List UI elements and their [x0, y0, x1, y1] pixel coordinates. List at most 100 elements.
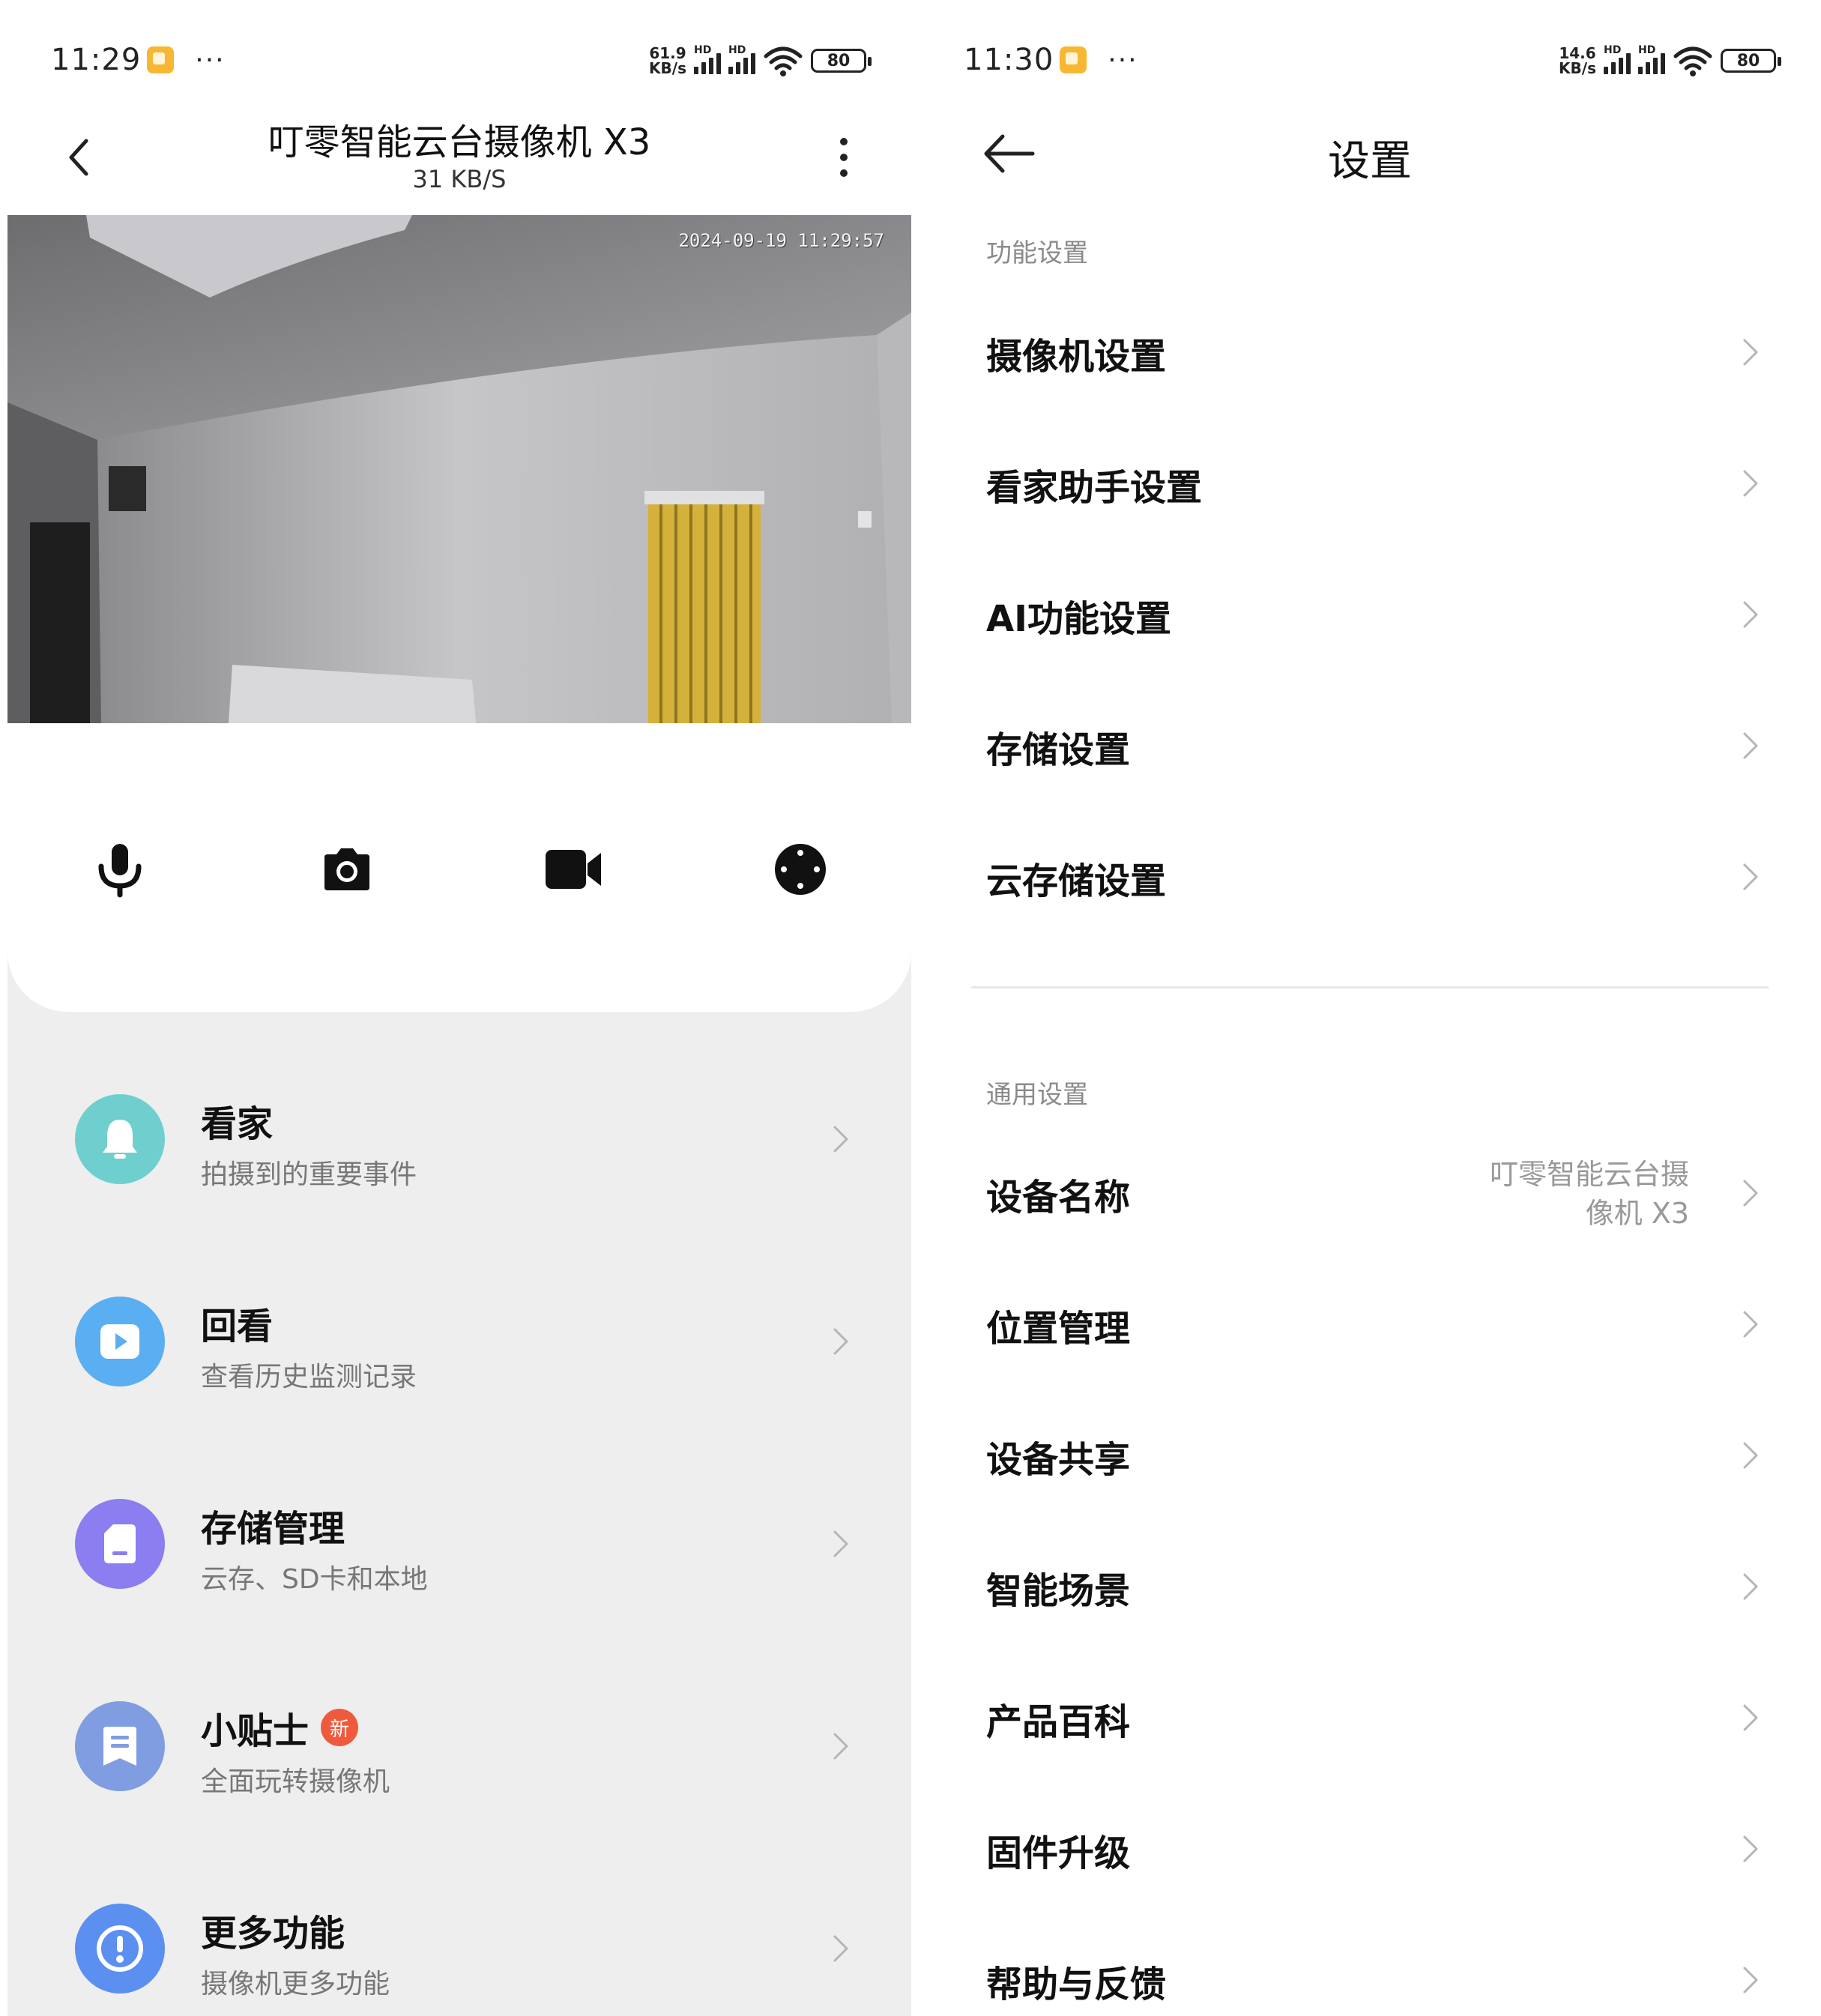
battery-level: 80	[1736, 51, 1760, 70]
status-time: 11:30	[964, 43, 1054, 77]
settings-row-label: AI功能设置	[986, 597, 1172, 640]
chevron-right-icon	[1743, 1835, 1758, 1862]
feature-item-home-watch[interactable]: 看家 拍摄到的重要事件	[7, 1049, 911, 1199]
ptz-control-button[interactable]	[763, 832, 838, 907]
network-speed-value: 61.9	[649, 44, 686, 62]
chevron-right-icon	[833, 1935, 848, 1962]
battery-icon: 80	[1721, 49, 1781, 73]
settings-row-label: 智能场景	[986, 1569, 1131, 1612]
settings-row-ai[interactable]: AI功能设置	[919, 549, 1821, 680]
settings-row-firmware-upgrade[interactable]: 固件升级	[919, 1784, 1821, 1915]
chevron-right-icon	[1743, 339, 1758, 366]
new-badge: 新	[321, 1709, 359, 1746]
chevron-right-icon	[1743, 1967, 1758, 1994]
device-title: 叮零智能云台摄像机 X3	[268, 121, 651, 163]
network-speed-value: 14.6	[1559, 44, 1596, 62]
settings-row-product-wiki[interactable]: 产品百科	[919, 1653, 1821, 1784]
microphone-icon	[98, 844, 142, 898]
stream-bitrate: 31 KB/S	[412, 165, 507, 193]
settings-row-device-sharing[interactable]: 设备共享	[919, 1390, 1821, 1521]
settings-row-label: 固件升级	[986, 1832, 1131, 1874]
chevron-right-icon	[1743, 601, 1758, 628]
page-title: 设置	[1328, 137, 1412, 186]
camera-icon	[324, 848, 369, 890]
feature-title: 看家	[201, 1103, 274, 1145]
status-time: 11:29	[51, 43, 142, 77]
feature-item-tips[interactable]: 小贴士 新 全面玩转摄像机	[7, 1656, 911, 1806]
snapshot-button[interactable]	[309, 832, 384, 907]
settings-row-label: 设备共享	[986, 1438, 1131, 1481]
info-icon	[75, 1904, 165, 1994]
feature-subtitle: 查看历史监测记录	[201, 1362, 417, 1392]
signal-2-icon: HD	[728, 44, 755, 74]
settings-row-label: 设备名称	[986, 1176, 1131, 1219]
chevron-right-icon	[833, 1126, 848, 1153]
battery-level: 80	[827, 51, 851, 70]
chevron-right-icon	[1743, 1573, 1758, 1600]
chevron-right-icon	[1743, 470, 1758, 497]
microphone-button[interactable]	[82, 832, 157, 907]
live-controls	[7, 832, 911, 907]
section-divider	[971, 986, 1769, 989]
chevron-right-icon	[1743, 863, 1758, 890]
chevron-right-icon	[1743, 1704, 1758, 1731]
settings-row-label: 摄像机设置	[986, 335, 1167, 378]
device-name-value-line2: 像机 X3	[1585, 1196, 1689, 1230]
feature-subtitle: 拍摄到的重要事件	[201, 1159, 417, 1190]
feature-title: 小贴士 新	[201, 1701, 359, 1754]
tips-icon	[75, 1701, 165, 1791]
bell-icon	[75, 1094, 165, 1184]
wifi-icon	[764, 46, 803, 76]
feature-title: 回看	[201, 1306, 274, 1347]
wifi-icon	[1673, 46, 1712, 76]
signal-1-icon: HD	[694, 44, 721, 74]
settings-row-home-assistant[interactable]: 看家助手设置	[919, 418, 1821, 549]
network-speed: 14.6 KB/s	[1559, 46, 1596, 76]
settings-row-help-feedback[interactable]: 帮助与反馈	[919, 1915, 1821, 2016]
settings-row-label: 云存储设置	[986, 860, 1167, 902]
chevron-right-icon	[833, 1530, 848, 1557]
chevron-right-icon	[1743, 1311, 1758, 1338]
status-bar-left: 11:30 ···	[964, 37, 1138, 82]
chevron-right-icon	[833, 1733, 848, 1760]
device-name-value: 叮零智能云台摄 像机 X3	[1449, 1128, 1689, 1259]
video-timestamp: 2024-09-19 11:29:57	[678, 230, 884, 251]
video-record-icon	[546, 850, 601, 889]
status-bar-left: 11:29 ···	[51, 37, 226, 82]
section-label-function: 功能设置	[986, 238, 1088, 268]
network-speed-unit: KB/s	[1559, 59, 1596, 77]
battery-icon: 80	[811, 49, 872, 73]
network-speed: 61.9 KB/s	[649, 46, 686, 76]
more-notifications-icon: ···	[1108, 44, 1138, 76]
signal-2-icon: HD	[1638, 44, 1665, 74]
live-video-view[interactable]: 2024-09-19 11:29:57	[7, 215, 911, 723]
settings-row-cloud-storage[interactable]: 云存储设置	[919, 812, 1821, 943]
settings-row-smart-scenes[interactable]: 智能场景	[919, 1521, 1821, 1653]
settings-row-label: 产品百科	[986, 1700, 1131, 1743]
settings-row-location[interactable]: 位置管理	[919, 1259, 1821, 1390]
settings-row-storage[interactable]: 存储设置	[919, 680, 1821, 812]
feature-title: 更多功能	[201, 1913, 345, 1955]
feature-title: 存储管理	[201, 1508, 345, 1550]
play-icon	[75, 1297, 165, 1386]
hd-label: HD	[1638, 44, 1656, 56]
feature-subtitle: 全面玩转摄像机	[201, 1766, 390, 1797]
chevron-right-icon	[1743, 1442, 1758, 1469]
settings-row-label: 存储设置	[986, 728, 1131, 771]
section-label-general: 通用设置	[986, 1080, 1088, 1110]
settings-screen: 11:30 ··· 14.6 KB/s HD HD 80 设置 功能设置 摄像机…	[919, 0, 1821, 2016]
feature-item-playback[interactable]: 回看 查看历史监测记录	[7, 1252, 911, 1401]
signal-1-icon: HD	[1604, 44, 1631, 74]
feature-item-more-features[interactable]: 更多功能 摄像机更多功能	[7, 1859, 911, 2009]
settings-row-camera[interactable]: 摄像机设置	[919, 287, 1821, 418]
camera-header: 叮零智能云台摄像机 X3 31 KB/S	[7, 112, 911, 202]
settings-row-label: 位置管理	[986, 1307, 1131, 1350]
record-button[interactable]	[537, 832, 611, 907]
hd-label: HD	[1604, 44, 1622, 56]
feature-subtitle: 摄像机更多功能	[201, 1969, 390, 2000]
more-options-button[interactable]	[821, 131, 866, 184]
settings-row-device-name[interactable]: 设备名称 叮零智能云台摄 像机 X3	[919, 1128, 1821, 1259]
chevron-right-icon	[1743, 732, 1758, 759]
feature-item-storage[interactable]: 存储管理 云存、SD卡和本地	[7, 1454, 911, 1604]
feature-subtitle: 云存、SD卡和本地	[201, 1564, 428, 1595]
